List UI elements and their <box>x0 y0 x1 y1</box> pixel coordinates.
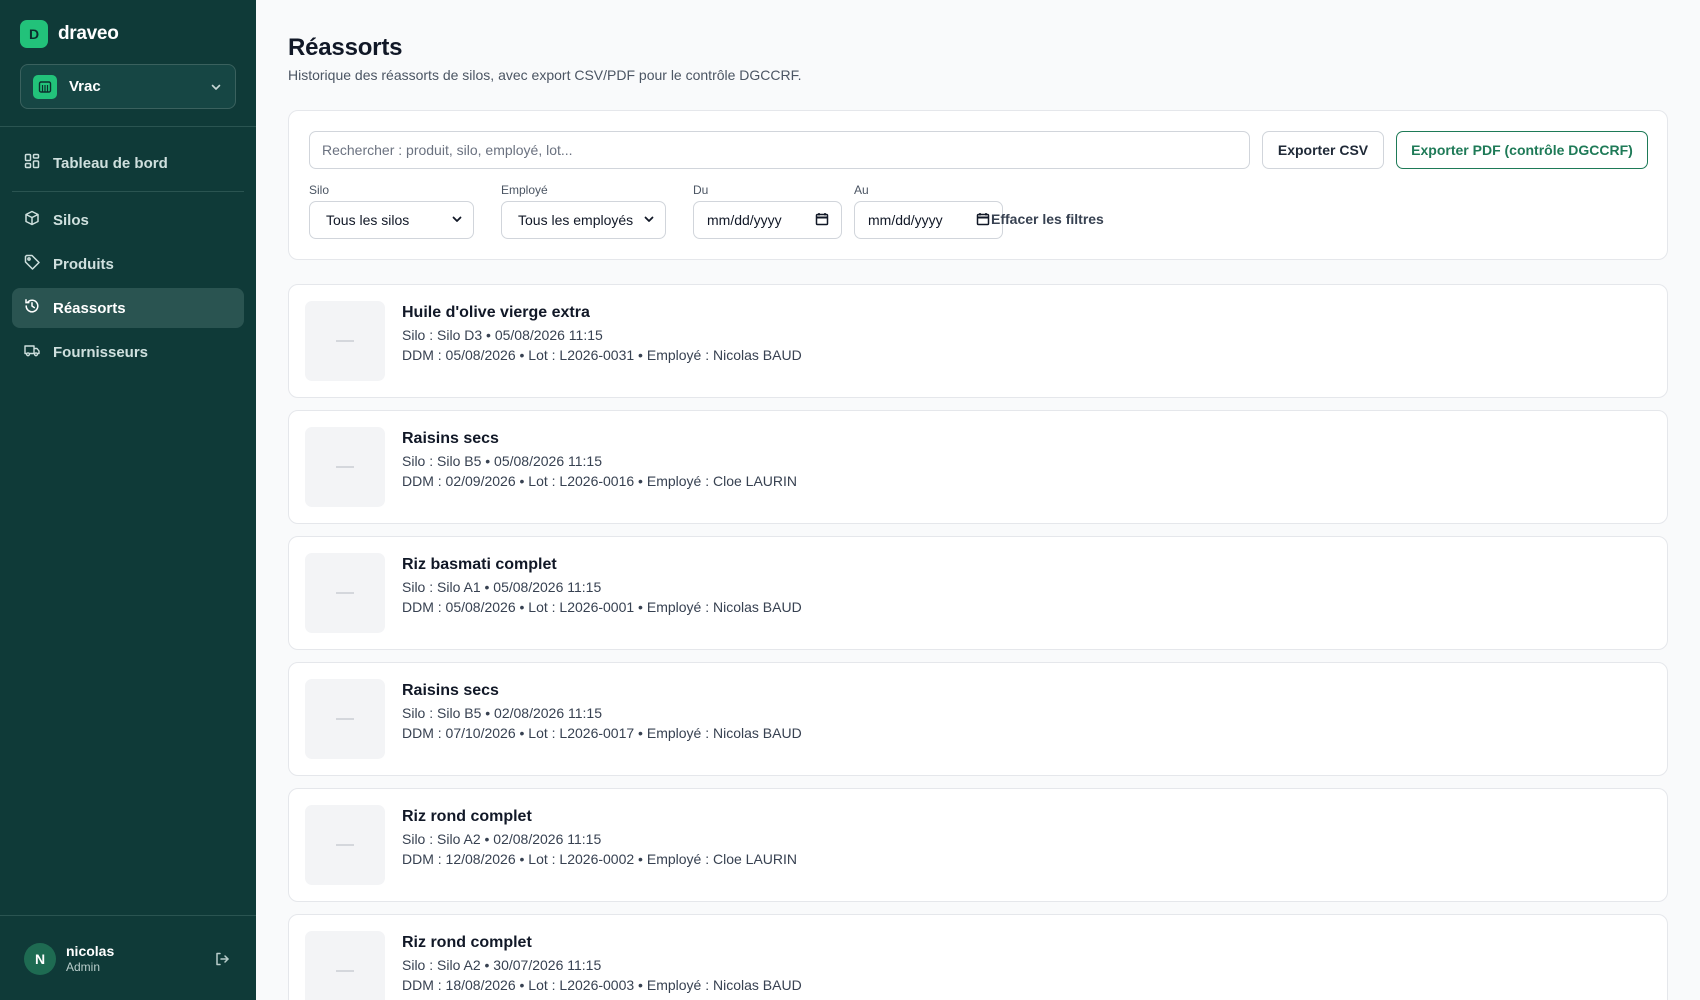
brand-logo: D <box>20 20 48 48</box>
nav-separator <box>12 191 244 192</box>
restock-product-name: Raisins secs <box>402 682 499 699</box>
silo-filter-select[interactable]: Tous les silos <box>309 201 474 239</box>
filters-panel: Exporter CSV Exporter PDF (contrôle DGCC… <box>288 110 1668 260</box>
restock-details: DDM : 02/09/2026 • Lot : L2026-0016 • Em… <box>402 473 798 489</box>
restock-details: DDM : 18/08/2026 • Lot : L2026-0003 • Em… <box>402 977 802 993</box>
restock-product-name: Raisins secs <box>402 430 499 447</box>
silo-filter-label: Silo <box>309 183 330 197</box>
restock-details: DDM : 07/10/2026 • Lot : L2026-0017 • Em… <box>402 725 802 741</box>
restock-silo-date: Silo : Silo B5 • 02/08/2026 11:15 <box>402 705 603 721</box>
restock-product-name: Huile d'olive vierge extra <box>402 304 590 321</box>
user-profile: N nicolas Admin <box>24 941 234 977</box>
product-image-placeholder <box>305 679 385 759</box>
sidebar-item-label: Tableau de bord <box>53 154 168 172</box>
sidebar-item-fournisseurs[interactable]: Fournisseurs <box>12 332 244 372</box>
chevron-down-icon <box>643 212 655 228</box>
restock-product-name: Riz basmati complet <box>402 556 557 573</box>
sidebar: D draveo Vrac Tableau de bord Silos Prod… <box>0 0 256 1000</box>
sidebar-divider <box>0 915 256 916</box>
sidebar-item-dashboard[interactable]: Tableau de bord <box>12 143 244 183</box>
search-input[interactable] <box>309 131 1250 169</box>
user-role: Admin <box>66 960 101 974</box>
main-content: Réassorts Historique des réassorts de si… <box>256 0 1700 1000</box>
truck-icon <box>24 342 40 362</box>
sidebar-item-label: Silos <box>53 211 89 229</box>
restock-silo-date: Silo : Silo A2 • 30/07/2026 11:15 <box>402 957 602 973</box>
brand[interactable]: D draveo <box>20 20 119 48</box>
sidebar-item-silos[interactable]: Silos <box>12 200 244 240</box>
calendar-icon <box>815 212 829 229</box>
export-pdf-button[interactable]: Exporter PDF (contrôle DGCCRF) <box>1396 131 1648 169</box>
logout-icon[interactable] <box>210 947 234 971</box>
clear-filters-button[interactable]: Effacer les filtres <box>991 211 1104 227</box>
sidebar-divider <box>0 126 256 127</box>
box-icon <box>24 210 40 230</box>
restock-details: DDM : 05/08/2026 • Lot : L2026-0031 • Em… <box>402 347 802 363</box>
restock-silo-date: Silo : Silo A1 • 05/08/2026 11:15 <box>402 579 602 595</box>
restock-silo-date: Silo : Silo D3 • 05/08/2026 11:15 <box>402 327 603 343</box>
date-to-label: Au <box>854 183 869 197</box>
brand-name: draveo <box>58 23 119 44</box>
restock-card[interactable]: Riz basmati complet Silo : Silo A1 • 05/… <box>288 536 1668 650</box>
restock-details: DDM : 12/08/2026 • Lot : L2026-0002 • Em… <box>402 851 798 867</box>
date-to-value: mm/dd/yyyy <box>868 212 943 228</box>
avatar: N <box>24 943 56 975</box>
date-from-input[interactable]: mm/dd/yyyy <box>693 201 842 239</box>
sidebar-item-label: Fournisseurs <box>53 343 149 361</box>
restock-silo-date: Silo : Silo A2 • 02/08/2026 11:15 <box>402 831 602 847</box>
sidebar-item-label: Produits <box>53 255 114 273</box>
export-csv-button[interactable]: Exporter CSV <box>1262 131 1384 169</box>
restock-card[interactable]: Raisins secs Silo : Silo B5 • 05/08/2026… <box>288 410 1668 524</box>
sidebar-item-label: Réassorts <box>53 299 126 317</box>
restock-card[interactable]: Raisins secs Silo : Silo B5 • 02/08/2026… <box>288 662 1668 776</box>
page-title: Réassorts <box>288 34 403 61</box>
restock-card[interactable]: Huile d'olive vierge extra Silo : Silo D… <box>288 284 1668 398</box>
product-image-placeholder <box>305 301 385 381</box>
restock-card[interactable]: Riz rond complet Silo : Silo A2 • 30/07/… <box>288 914 1668 1000</box>
sidebar-item-produits[interactable]: Produits <box>12 244 244 284</box>
store-selector[interactable]: Vrac <box>20 64 236 109</box>
product-image-placeholder <box>305 805 385 885</box>
store-name: Vrac <box>69 78 101 95</box>
restock-product-name: Riz rond complet <box>402 808 532 825</box>
user-name: nicolas <box>66 943 115 959</box>
restock-product-name: Riz rond complet <box>402 934 532 951</box>
tag-icon <box>24 254 40 274</box>
restock-details: DDM : 05/08/2026 • Lot : L2026-0001 • Em… <box>402 599 802 615</box>
product-image-placeholder <box>305 553 385 633</box>
employee-filter-label: Employé <box>501 183 548 197</box>
product-image-placeholder <box>305 931 385 1000</box>
date-to-input[interactable]: mm/dd/yyyy <box>854 201 1003 239</box>
page-subtitle: Historique des réassorts de silos, avec … <box>288 67 802 83</box>
dashboard-grid-icon <box>24 153 40 173</box>
date-from-label: Du <box>693 183 709 197</box>
employee-filter-select[interactable]: Tous les employés <box>501 201 666 239</box>
history-icon <box>24 298 40 318</box>
sidebar-item-reassorts[interactable]: Réassorts <box>12 288 244 328</box>
chevron-down-icon <box>451 212 463 228</box>
silo-filter-value: Tous les silos <box>326 212 410 228</box>
date-from-value: mm/dd/yyyy <box>707 212 782 228</box>
store-icon <box>33 74 57 99</box>
restock-card[interactable]: Riz rond complet Silo : Silo A2 • 02/08/… <box>288 788 1668 902</box>
employee-filter-value: Tous les employés <box>518 212 634 228</box>
restock-silo-date: Silo : Silo B5 • 05/08/2026 11:15 <box>402 453 603 469</box>
calendar-icon <box>976 212 990 229</box>
product-image-placeholder <box>305 427 385 507</box>
chevron-down-icon <box>209 80 223 94</box>
